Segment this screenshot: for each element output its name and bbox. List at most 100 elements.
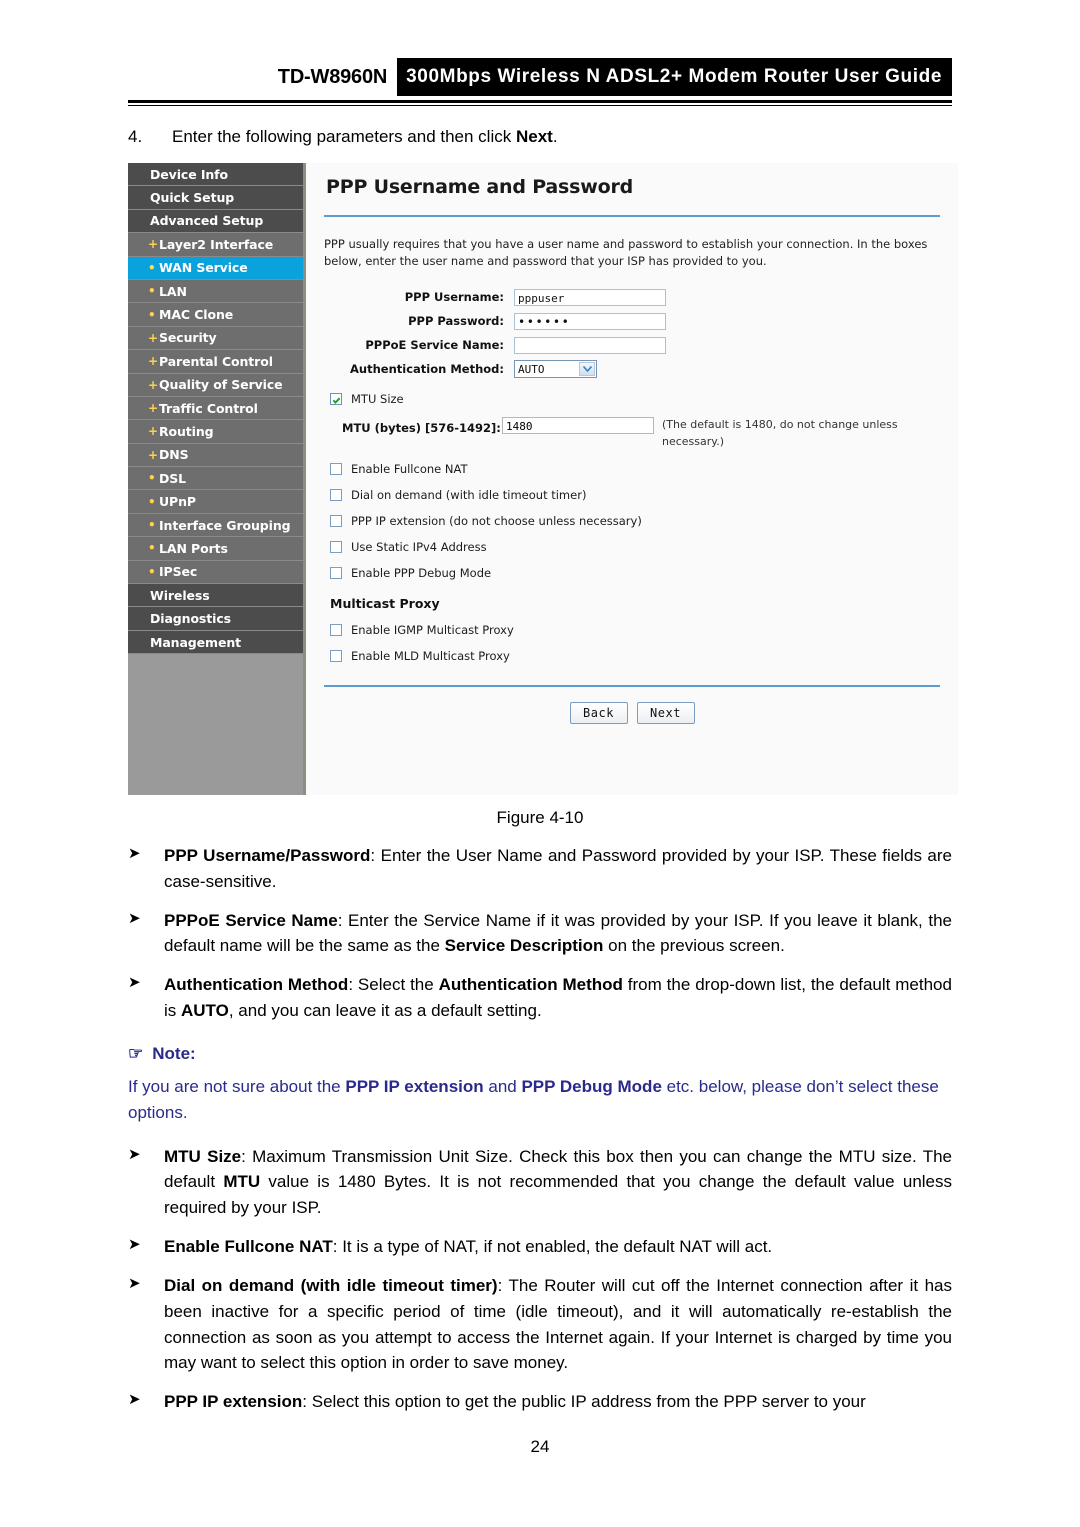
sidebar-item-security[interactable]: + Security: [128, 326, 303, 351]
sidebar-item-label: IPSec: [159, 564, 198, 580]
sidebar-item-device-info[interactable]: Device Info: [128, 163, 303, 187]
router-ui-screenshot: Device Info Quick Setup Advanced Setup + Lay…: [128, 163, 958, 795]
authentication-method-label: Authentication Method:: [350, 362, 504, 377]
sidebar-item-interface-grouping[interactable]: • Interface Grouping: [128, 513, 303, 538]
authentication-method-select[interactable]: AUTO: [514, 360, 597, 379]
step-instruction: 4. Enter the following parameters and th…: [128, 127, 952, 147]
back-button[interactable]: Back: [569, 702, 628, 725]
pppoe-service-name-input[interactable]: [514, 336, 666, 354]
mtu-size-checkbox[interactable]: [330, 393, 342, 406]
ppp-option-row[interactable]: PPP IP extension (do not choose unless n…: [320, 514, 944, 528]
ppp-username-input[interactable]: pppuser: [514, 288, 666, 306]
sidebar-item-dsl[interactable]: • DSL: [128, 467, 303, 491]
sidebar-item-upnp[interactable]: • UPnP: [128, 490, 303, 514]
ppp-option-checkbox[interactable]: [330, 515, 342, 528]
next-button[interactable]: Next: [636, 702, 695, 725]
sidebar-item-ipsec[interactable]: • IPSec: [128, 560, 303, 585]
text-run: : It is a type of NAT, if not enabled, t…: [332, 1237, 773, 1257]
bullet-text: Authentication Method: Select the Authen…: [164, 972, 952, 1024]
bullet-arrow-icon: ➤: [128, 1274, 141, 1292]
sidebar-item-quick-setup[interactable]: Quick Setup: [128, 186, 303, 210]
panel-title: PPP Username and Password: [326, 176, 634, 198]
sidebar-item-diagnostics[interactable]: Diagnostics: [128, 607, 303, 631]
text-run: and: [483, 1076, 522, 1096]
bullet-dot-icon: •: [148, 518, 156, 533]
text-run: : Select the: [348, 975, 439, 995]
bullet-item: ➤ MTU Size: Maximum Transmission Unit Siz…: [128, 1144, 952, 1221]
bullet-text: PPP IP extension: Select this option to …: [164, 1389, 952, 1415]
mtu-size-checkbox-row[interactable]: MTU Size: [320, 392, 944, 406]
sidebar-item-label: Quick Setup: [150, 190, 235, 206]
mtu-bytes-label: MTU (bytes) [576-1492]:: [342, 421, 501, 436]
ppp-credentials-form: PPP Username: pppuser PPP Password: ••••…: [320, 286, 944, 380]
sidebar-item-advanced-setup[interactable]: Advanced Setup: [128, 209, 303, 234]
bullet-dot-icon: •: [148, 471, 156, 486]
sidebar-item-mac-clone[interactable]: • MAC Clone: [128, 303, 303, 327]
text-run: : Select this option to get the public I…: [302, 1392, 866, 1412]
ppp-option-checkbox[interactable]: [330, 567, 342, 580]
text-run: on the previous screen.: [603, 936, 785, 956]
ppp-password-input[interactable]: ••••••: [514, 312, 666, 330]
sidebar-item-layer2-interface[interactable]: + Layer2 Interface: [128, 233, 303, 257]
ppp-option-label: Use Static IPv4 Address: [351, 540, 487, 555]
sidebar-item-label: Interface Grouping: [159, 517, 291, 533]
text-emphasis: PPP IP extension: [164, 1392, 303, 1412]
ppp-option-label: PPP IP extension (do not choose unless n…: [351, 514, 642, 529]
mtu-size-checkbox-label: MTU Size: [351, 392, 404, 407]
note-heading-label: Note:: [152, 1043, 196, 1063]
bullet-text: MTU Size: Maximum Transmission Unit Size…: [164, 1144, 952, 1221]
sidebar-item-traffic-control[interactable]: + Traffic Control: [128, 396, 303, 421]
note-body-text: If you are not sure about the PPP IP ext…: [128, 1074, 952, 1126]
text-emphasis: Service Description: [444, 936, 604, 956]
ppp-option-checkbox[interactable]: [330, 541, 342, 554]
multicast-option-row[interactable]: Enable MLD Multicast Proxy: [320, 649, 944, 663]
sidebar-item-label: DNS: [159, 447, 189, 463]
expand-plus-icon: +: [148, 330, 158, 345]
text-run: If you are not sure about the: [128, 1076, 346, 1096]
router-sidebar-nav[interactable]: Device Info Quick Setup Advanced Setup + Lay…: [128, 163, 306, 795]
ppp-option-checkbox[interactable]: [330, 489, 342, 502]
sidebar-item-wireless[interactable]: Wireless: [128, 584, 303, 608]
document-body: ➤ PPP Username/Password: Enter the User N…: [128, 843, 952, 1428]
bullet-dot-icon: •: [148, 494, 156, 509]
figure-caption: Figure 4-10: [496, 808, 584, 827]
sidebar-item-wan-service[interactable]: • WAN Service: [128, 256, 303, 280]
multicast-option-checkbox[interactable]: [330, 624, 342, 637]
sidebar-item-label: Traffic Control: [159, 400, 258, 416]
sidebar-item-label: LAN Ports: [159, 540, 228, 556]
ppp-option-row[interactable]: Dial on demand (with idle timeout timer): [320, 488, 944, 502]
panel-title-divider: [324, 215, 940, 217]
bullet-text: Dial on demand (with idle timeout timer)…: [164, 1273, 952, 1376]
authentication-method-value: AUTO: [518, 362, 545, 376]
sidebar-item-lan-ports[interactable]: • LAN Ports: [128, 537, 303, 561]
sidebar-item-management[interactable]: Management: [128, 630, 303, 655]
chevron-down-icon[interactable]: [579, 362, 595, 377]
mtu-bytes-input[interactable]: 1480: [502, 417, 654, 435]
sidebar-item-dns[interactable]: + DNS: [128, 443, 303, 468]
ppp-option-checkbox[interactable]: [330, 463, 342, 476]
bullet-item: ➤ PPPoE Service Name: Enter the Service N…: [128, 908, 952, 960]
multicast-option-checkbox[interactable]: [330, 650, 342, 663]
text-emphasis: Enable Fullcone NAT: [164, 1237, 333, 1257]
ppp-option-row[interactable]: Enable Fullcone NAT: [320, 462, 944, 476]
mtu-hint-text: (The default is 1480, do not change unle…: [662, 418, 898, 448]
text-emphasis: MTU Size: [164, 1146, 242, 1166]
step-number: 4.: [128, 127, 143, 146]
ppp-option-row[interactable]: Enable PPP Debug Mode: [320, 566, 944, 580]
mtu-bytes-row: MTU (bytes) [576-1492]: 1480 (The defaul…: [320, 417, 944, 450]
header-divider: [128, 100, 952, 106]
text-emphasis: PPP Username/Password: [164, 846, 371, 865]
expand-plus-icon: +: [148, 354, 158, 369]
bullet-item: ➤ Enable Fullcone NAT: It is a type of NA…: [128, 1234, 952, 1260]
bullet-item: ➤ Authentication Method: Select the Authe…: [128, 972, 952, 1024]
ppp-option-row[interactable]: Use Static IPv4 Address: [320, 540, 944, 554]
multicast-proxy-heading: Multicast Proxy: [330, 596, 440, 612]
sidebar-item-lan[interactable]: • LAN: [128, 279, 303, 304]
text-run: , and you can leave it as a default sett…: [228, 1001, 542, 1021]
ppp-username-label: PPP Username:: [404, 290, 504, 305]
multicast-option-row[interactable]: Enable IGMP Multicast Proxy: [320, 623, 944, 637]
expand-plus-icon: +: [148, 424, 158, 439]
sidebar-item-quality-of-service[interactable]: + Quality of Service: [128, 373, 303, 397]
sidebar-item-parental-control[interactable]: + Parental Control: [128, 350, 303, 374]
sidebar-item-routing[interactable]: + Routing: [128, 420, 303, 444]
